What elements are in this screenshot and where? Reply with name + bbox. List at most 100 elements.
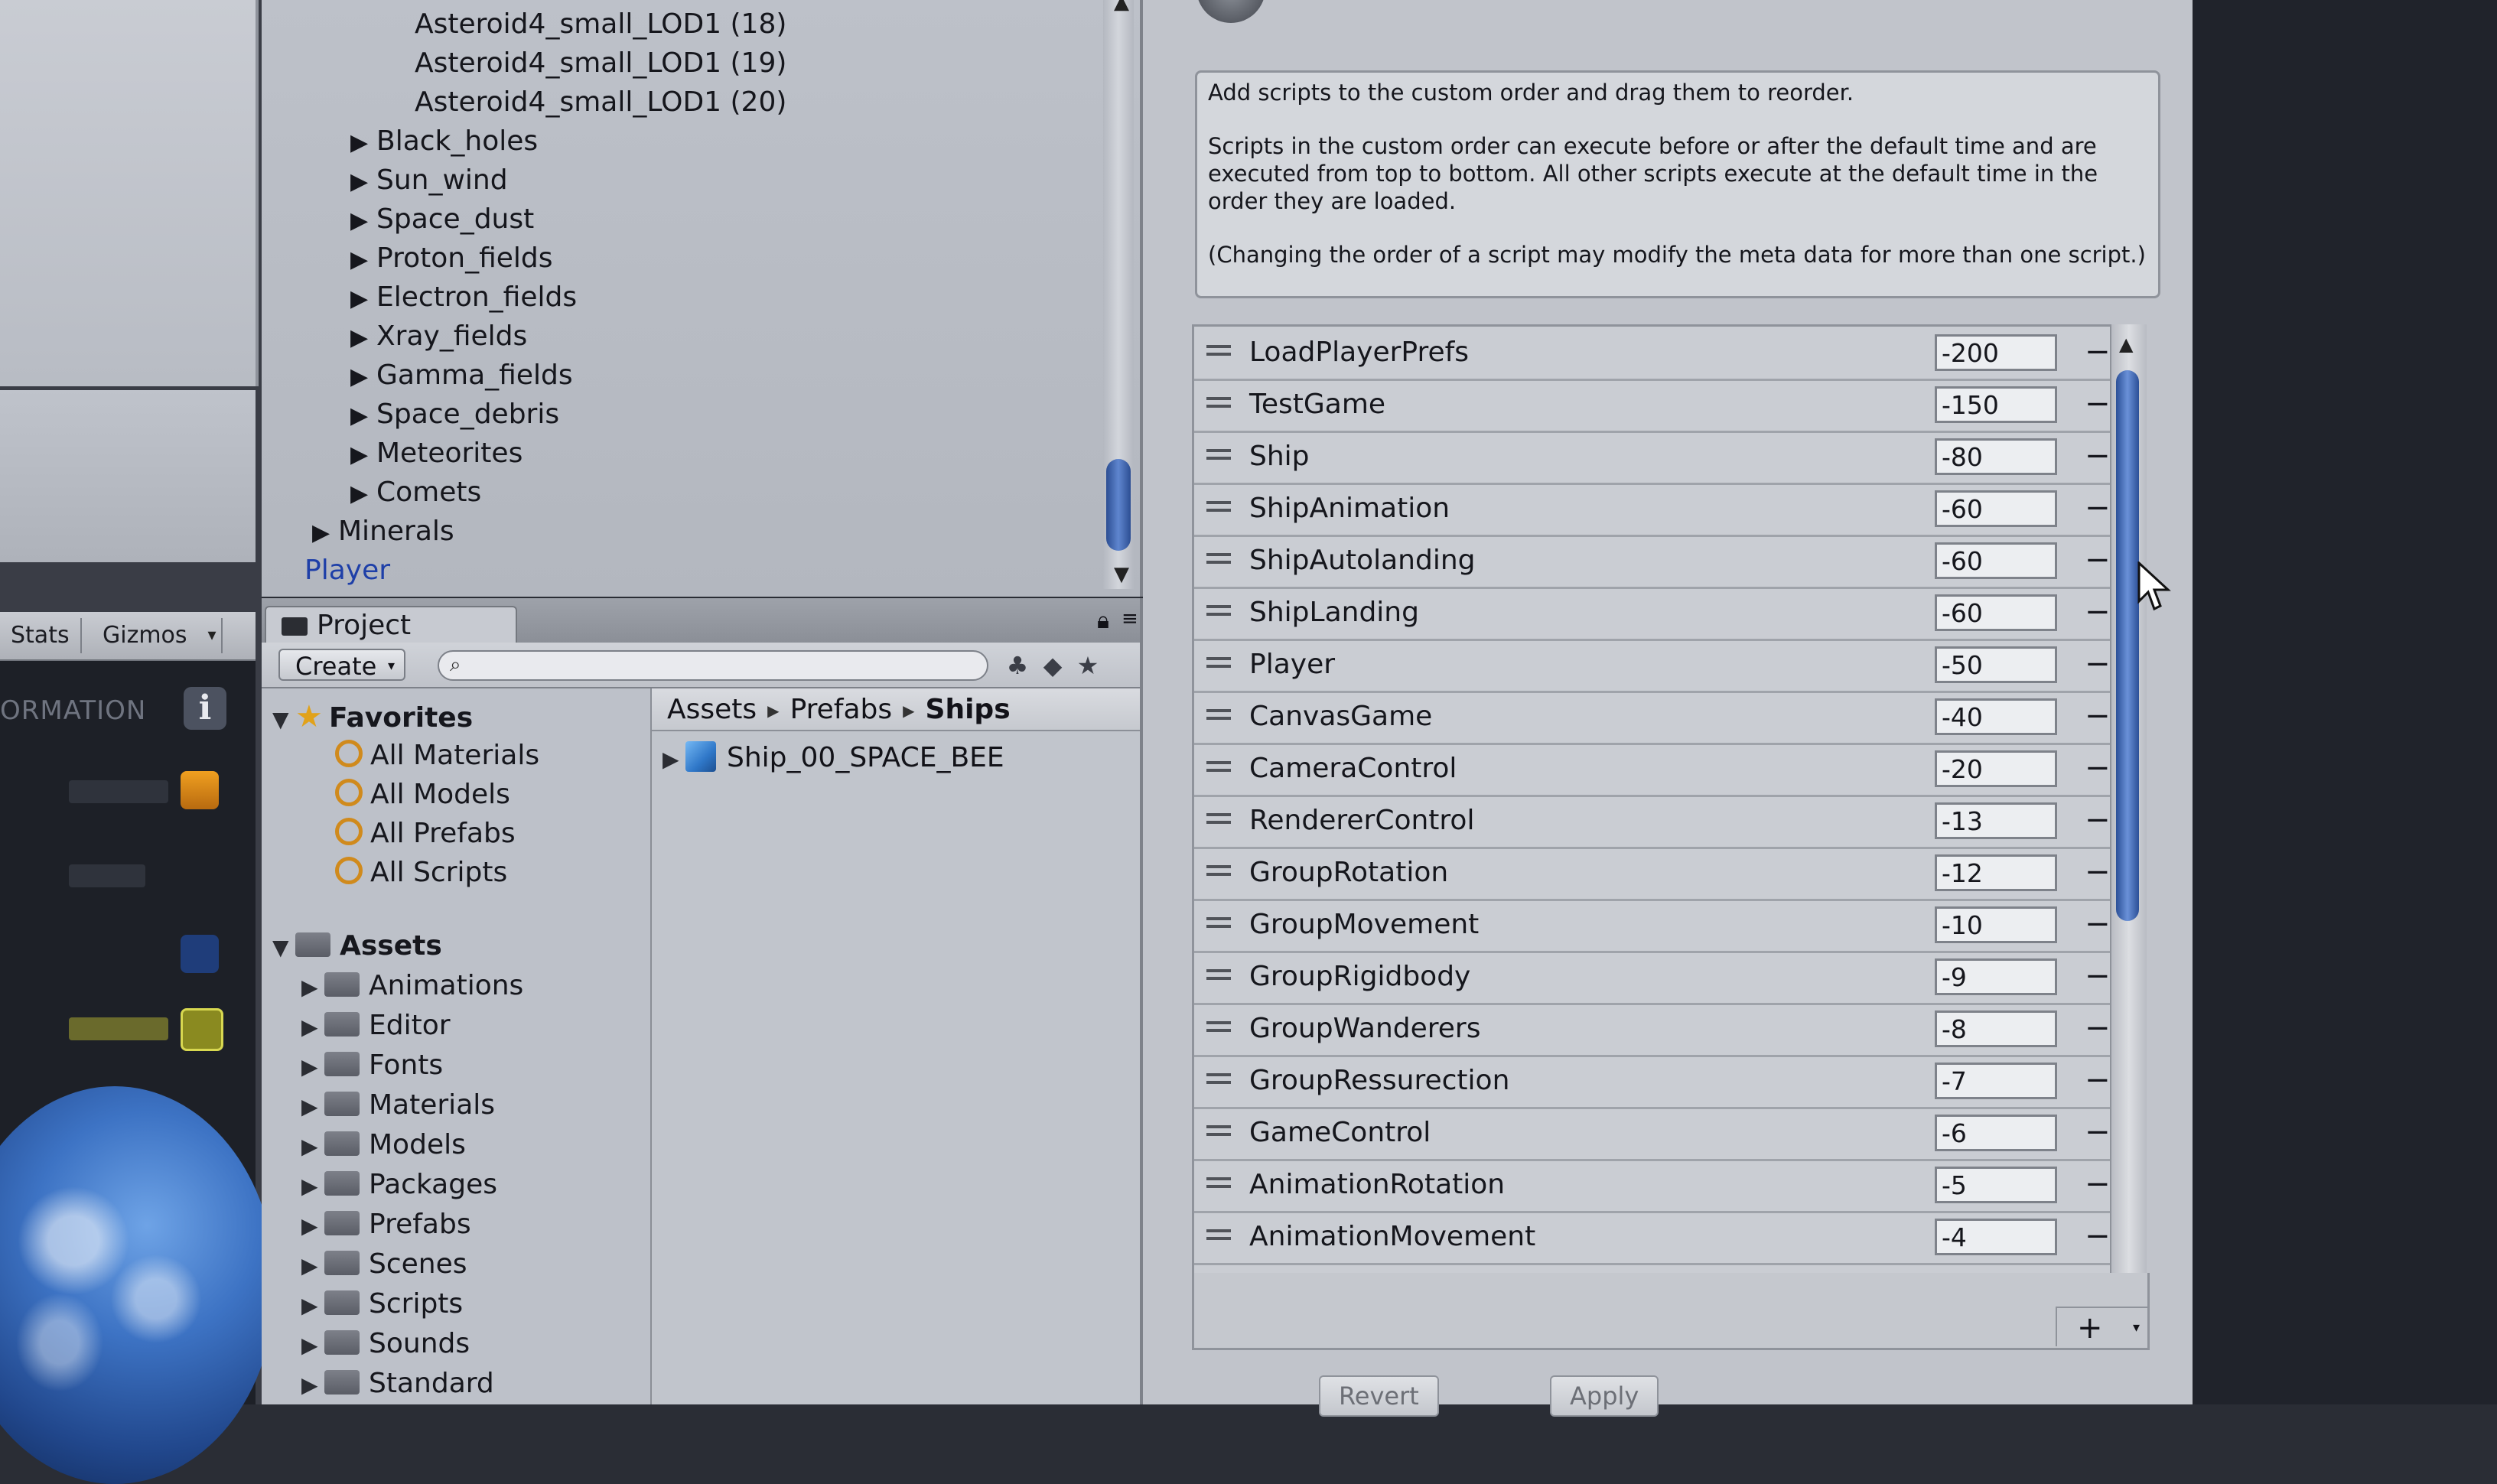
collapse-arrow-icon[interactable]: ▼ <box>272 701 295 739</box>
remove-icon[interactable]: − <box>2085 1065 2111 1095</box>
asset-folder[interactable]: ▶ Scenes <box>301 1245 467 1285</box>
script-row[interactable]: GroupRigidbody − <box>1194 951 2112 1005</box>
save-search-star-icon[interactable]: ★ <box>1073 650 1103 681</box>
order-field[interactable] <box>1935 906 2057 943</box>
order-field[interactable] <box>1935 386 2057 423</box>
remove-icon[interactable]: − <box>2085 1169 2111 1199</box>
hierarchy-item[interactable]: ▶ Meteorites <box>350 434 523 474</box>
remove-icon[interactable]: − <box>2085 857 2111 887</box>
order-field[interactable] <box>1935 594 2057 631</box>
expand-arrow-icon[interactable]: ▶ <box>350 202 376 240</box>
hierarchy-item[interactable]: Asteroid4_small_LOD1 (18) <box>415 5 786 44</box>
script-row[interactable]: GroupWanderers − <box>1194 1003 2112 1057</box>
hierarchy-item[interactable]: ▶ Sun_wind <box>350 161 508 201</box>
project-tab[interactable]: Project <box>265 606 517 644</box>
order-field[interactable] <box>1935 1010 2057 1047</box>
hierarchy-item[interactable]: Asteroid4_small_LOD1 (19) <box>415 44 786 83</box>
order-field[interactable] <box>1935 334 2057 371</box>
remove-icon[interactable]: − <box>2085 961 2111 991</box>
order-field[interactable] <box>1935 698 2057 735</box>
remove-icon[interactable]: − <box>2085 597 2111 627</box>
remove-icon[interactable]: − <box>2085 389 2111 419</box>
script-row[interactable]: ShipAutolanding − <box>1194 535 2112 589</box>
remove-icon[interactable]: − <box>2085 649 2111 679</box>
assets-header[interactable]: ▼ Assets <box>272 927 442 967</box>
order-field[interactable] <box>1935 542 2057 579</box>
drag-handle-icon[interactable] <box>1206 709 1231 712</box>
script-row[interactable]: ShipAnimation − <box>1194 483 2112 537</box>
drag-handle-icon[interactable] <box>1206 397 1231 400</box>
asset-folder[interactable]: ▶ Editor <box>301 1007 451 1046</box>
drag-handle-icon[interactable] <box>1206 345 1231 348</box>
order-field[interactable] <box>1935 958 2057 995</box>
remove-icon[interactable]: − <box>2085 1013 2111 1043</box>
drag-handle-icon[interactable] <box>1206 865 1231 868</box>
expand-arrow-icon[interactable]: ▶ <box>301 1207 324 1245</box>
script-row[interactable]: Player − <box>1194 639 2112 693</box>
lock-icon[interactable]: 🔒︎ <box>1097 607 1109 634</box>
hierarchy-item[interactable]: ▶ Xray_fields <box>350 317 527 357</box>
expand-arrow-icon[interactable]: ▶ <box>350 319 376 357</box>
favorite-item[interactable]: All Models <box>335 776 510 814</box>
script-row[interactable]: GameControl − <box>1194 1107 2112 1161</box>
drag-handle-icon[interactable] <box>1206 1177 1231 1180</box>
drag-handle-icon[interactable] <box>1206 917 1231 920</box>
scroll-down-icon[interactable]: ▼ <box>1114 563 1129 586</box>
script-row[interactable]: CanvasGame − <box>1194 691 2112 745</box>
expand-arrow-icon[interactable]: ▶ <box>301 1048 324 1086</box>
scroll-up-icon[interactable]: ▲ <box>1114 0 1129 14</box>
hierarchy-item[interactable]: ▶ Black_holes <box>350 122 538 162</box>
hierarchy-item[interactable]: ▶ Space_debris <box>350 395 559 435</box>
search-input[interactable] <box>479 654 972 679</box>
drag-handle-icon[interactable] <box>1206 969 1231 972</box>
drag-handle-icon[interactable] <box>1206 553 1231 556</box>
hierarchy-item[interactable]: ▶ Gamma_fields <box>350 356 573 396</box>
drag-handle-icon[interactable] <box>1206 1229 1231 1232</box>
remove-icon[interactable]: − <box>2085 545 2111 575</box>
order-field[interactable] <box>1935 1167 2057 1203</box>
drag-handle-icon[interactable] <box>1206 449 1231 452</box>
hierarchy-item[interactable]: ▶ Minerals <box>312 513 454 552</box>
drag-handle-icon[interactable] <box>1206 657 1231 660</box>
add-script-button[interactable]: + ▾ <box>2056 1307 2147 1346</box>
hierarchy-item-selected[interactable]: Player <box>304 552 390 590</box>
expand-arrow-icon[interactable]: ▶ <box>301 1247 324 1285</box>
asset-folder[interactable]: ▶ Models <box>301 1126 466 1166</box>
hierarchy-item[interactable]: ▶ Electron_fields <box>350 278 577 318</box>
breadcrumb-assets[interactable]: Assets <box>667 694 757 725</box>
asset-folder[interactable]: ▶ Sounds <box>301 1325 470 1365</box>
expand-arrow-icon[interactable]: ▶ <box>301 1008 324 1046</box>
drag-handle-icon[interactable] <box>1206 605 1231 608</box>
script-row[interactable]: TestGame − <box>1194 379 2112 433</box>
gizmos-dropdown[interactable]: Gizmos ▾ <box>92 618 223 653</box>
order-field[interactable] <box>1935 1063 2057 1099</box>
favorite-item[interactable]: All Prefabs <box>335 815 516 853</box>
remove-icon[interactable]: − <box>2085 441 2111 471</box>
expand-arrow-icon[interactable]: ▶ <box>301 1167 324 1206</box>
script-row[interactable]: Ship − <box>1194 431 2112 485</box>
expand-arrow-icon[interactable]: ▶ <box>312 514 338 552</box>
order-field[interactable] <box>1935 1219 2057 1255</box>
create-dropdown[interactable]: Create ▾ <box>278 649 405 681</box>
expand-arrow-icon[interactable]: ▶ <box>663 740 685 779</box>
hierarchy-item[interactable]: ▶ Comets <box>350 474 481 513</box>
asset-folder[interactable]: ▶ Standard <box>301 1365 494 1404</box>
asset-folder[interactable]: ▶ Materials <box>301 1086 495 1126</box>
order-field[interactable] <box>1935 646 2057 683</box>
order-field[interactable] <box>1935 802 2057 839</box>
expand-arrow-icon[interactable]: ▶ <box>350 124 376 162</box>
expand-arrow-icon[interactable]: ▶ <box>301 1128 324 1166</box>
breadcrumb-prefabs[interactable]: Prefabs <box>790 694 893 725</box>
panel-menu-icon[interactable]: ≡ <box>1122 607 1138 630</box>
script-row[interactable]: AnimationMovement − <box>1194 1211 2112 1265</box>
remove-icon[interactable]: − <box>2085 909 2111 939</box>
asset-folder[interactable]: ▶ Fonts <box>301 1046 443 1086</box>
script-row[interactable]: ShipLanding − <box>1194 587 2112 641</box>
drag-handle-icon[interactable] <box>1206 1021 1231 1024</box>
remove-icon[interactable]: − <box>2085 805 2111 835</box>
hierarchy-item[interactable]: ▶ Proton_fields <box>350 239 553 279</box>
info-icon[interactable]: i <box>184 687 226 730</box>
expand-arrow-icon[interactable]: ▶ <box>350 475 376 513</box>
hierarchy-item[interactable]: ▶ Space_dust <box>350 200 534 240</box>
drag-handle-icon[interactable] <box>1206 813 1231 816</box>
